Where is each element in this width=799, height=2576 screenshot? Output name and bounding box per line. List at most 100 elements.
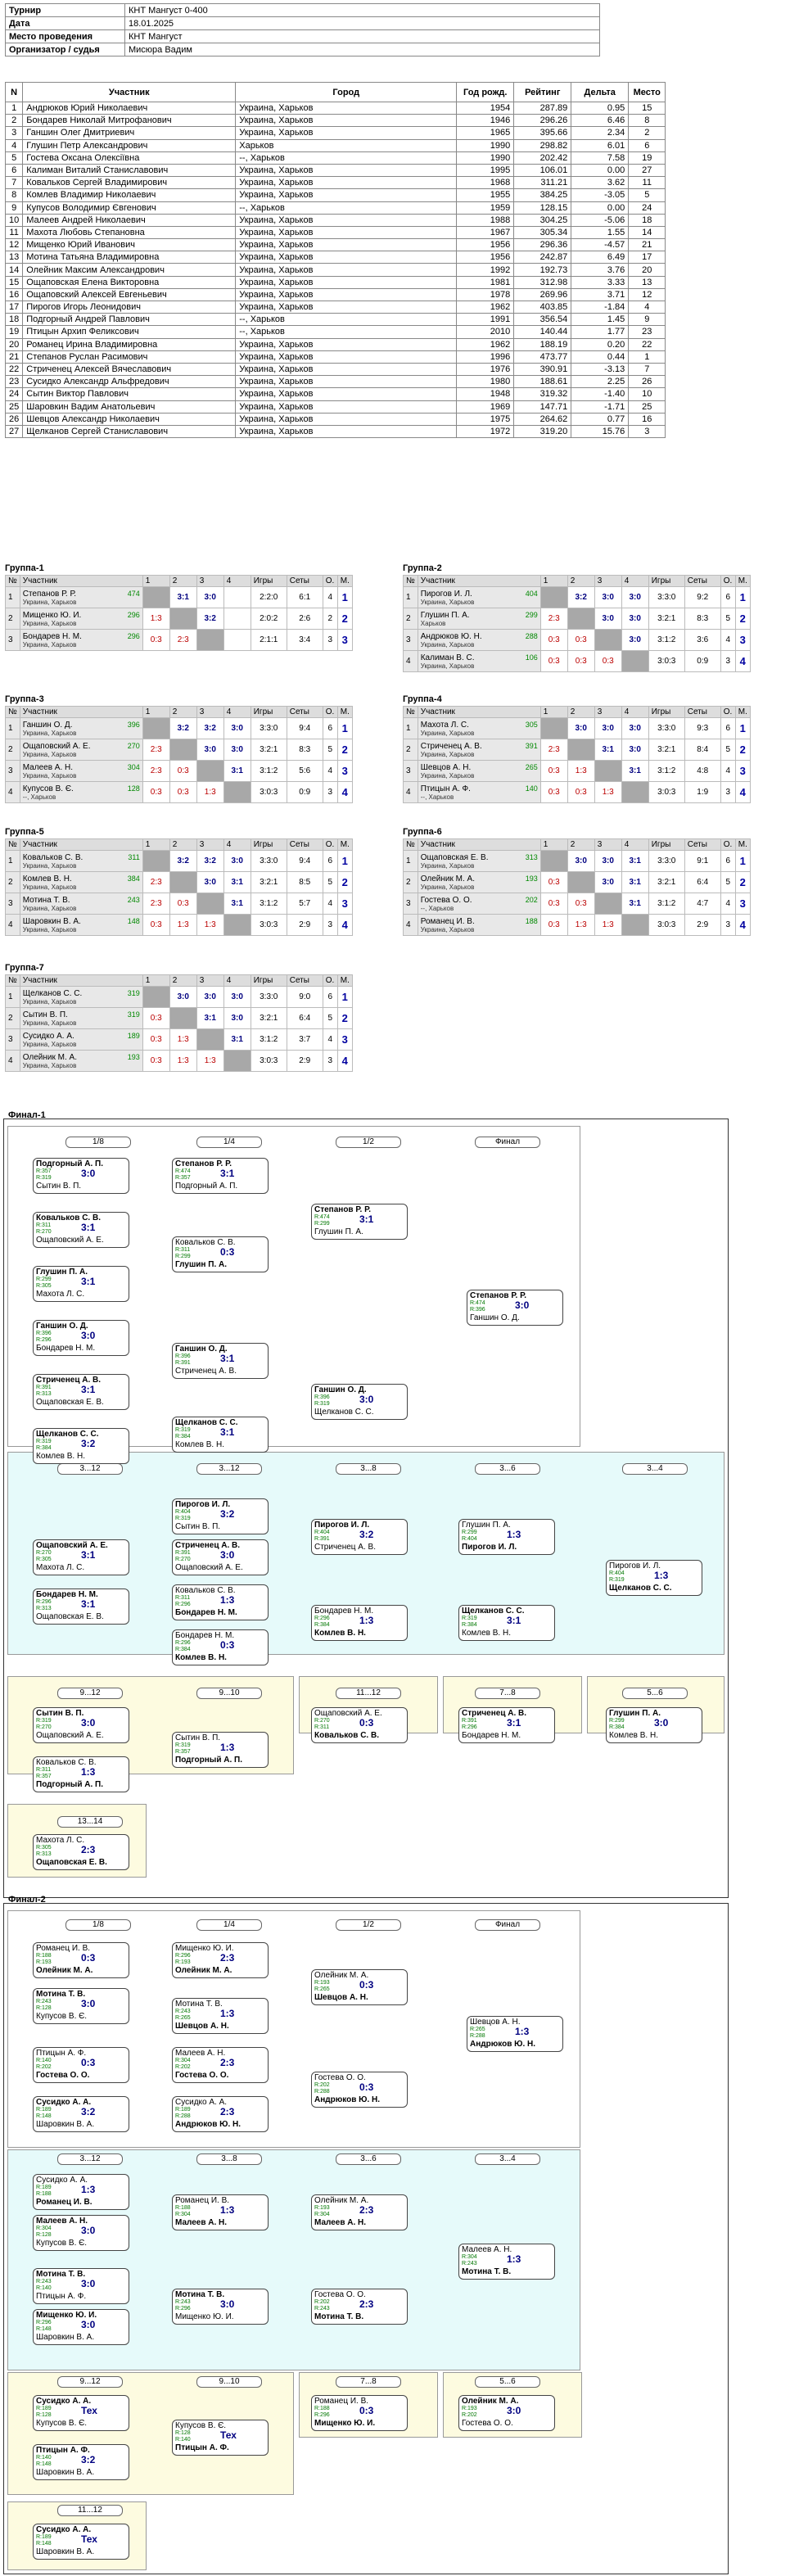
participant-cell: 192.73 — [513, 263, 572, 277]
group-header: 2 — [169, 706, 197, 718]
group-row: 3 Мотина Т. В. 243 Украина, Харьков 2:3 0:3 3:… — [5, 893, 353, 915]
group-score-cell — [142, 586, 170, 608]
group-sets: 9:3 — [684, 717, 721, 739]
group-score-cell: 3:1 — [223, 893, 251, 915]
player-city: --, Харьков — [22, 793, 56, 801]
match-player-2: Сытин В. П. — [36, 1182, 126, 1191]
group-header-row: № Участник 1 2 3 4 Игры Сеты О. М. — [403, 706, 751, 718]
group-player: Щелканов С. С. 319 Украина, Харьков — [19, 986, 143, 1008]
group-score-cell: 3:2 — [567, 586, 595, 608]
group-player: Комлев В. Н. 384 Украина, Харьков — [19, 871, 143, 893]
participant-cell: Малеев Андрей Николаевич — [22, 213, 237, 227]
participant-row: 22 Стриченец Алексей Вячеславович Украина,… — [4, 362, 666, 377]
match-player-2: Бондарев Н. М. — [462, 1731, 552, 1740]
round-label: 1/2 — [336, 1137, 401, 1148]
group-header: М. — [336, 575, 353, 587]
match-score: 3:0 — [629, 635, 641, 644]
participant-cell: Украина, Харьков — [235, 387, 458, 401]
participant-row: 26 Шевцов Александр Николаевич Украина, Ха… — [4, 412, 666, 426]
match-score: 0:3 — [575, 899, 587, 908]
participant-cell: 1.45 — [571, 313, 630, 327]
match-score: 2:3 — [150, 745, 162, 754]
group-score-cell: 0:3 — [169, 760, 197, 782]
match-player-2: Мищенко Ю. И. — [314, 2419, 404, 2428]
match-score: Тех — [220, 2429, 237, 2441]
match-score: 1:3 — [507, 2253, 521, 2265]
participant-cell: 1992 — [456, 263, 515, 277]
group-header: 1 — [539, 575, 568, 587]
match-score: 2:3 — [150, 766, 162, 775]
group-games: 3:1:2 — [648, 760, 685, 782]
group-games: 3:3:0 — [648, 586, 685, 608]
player-city: --, Харьков — [420, 793, 454, 801]
group-games: 3:3:0 — [648, 717, 685, 739]
match-score: 0:3 — [548, 635, 560, 644]
group-table: № Участник 1 2 3 4 Игры Сеты О. М. 1 Пирогов И. Л. 4… — [403, 575, 751, 672]
participant-row: 25 Шаровкин Вадим Анатольевич Украина, Хар… — [4, 400, 666, 414]
group-player: Стриченец А. В. 391 Украина, Харьков — [417, 739, 541, 761]
participant-cell: 298.82 — [513, 138, 572, 152]
match-score: 1:3 — [515, 2026, 530, 2037]
player-name: Шевцов А. Н. — [175, 2022, 229, 2031]
group-place: 3 — [734, 629, 751, 651]
match-score: 3:1 — [507, 1615, 521, 1626]
match-player-2: Мотина Т. В. — [462, 2267, 552, 2276]
match-box: Ганшин О. Д. R:396 R:296 Бондарев Н. М. 3:0 — [33, 1320, 129, 1356]
group-sets: 5:7 — [286, 893, 323, 915]
participant-cell: 0.00 — [571, 163, 630, 178]
participant-cell: Украина, Харьков — [235, 238, 458, 252]
group-player: Ганшин О. Д. 396 Украина, Харьков — [19, 717, 143, 739]
match-box: Щелканов С. С. R:319 R:384 Комлев В. Н. 3:2 — [33, 1428, 129, 1464]
group-row: 3 Гостева О. О. 202 --, Харьков 0:3 0:3 3:1 3:1… — [403, 893, 751, 915]
group-score-cell: 2:3 — [539, 739, 568, 761]
match-player-2: Птицын А. Ф. — [175, 2443, 265, 2452]
participant-cell: 0.77 — [571, 412, 630, 426]
group-header: О. — [720, 575, 736, 587]
match-box: Степанов Р. Р. R:474 R:396 Ганшин О. Д. 3:0 — [467, 1290, 563, 1326]
participant-row: 11 Махота Любовь Степановна Украина, Харьк… — [4, 225, 666, 240]
group-score-cell: 3:1 — [621, 893, 649, 915]
match-score: 0:3 — [548, 878, 560, 887]
match-box: Гостева О. О. R:202 R:243 Мотина Т. В. 2:3 — [311, 2289, 408, 2325]
player-name: Мотина Т. В. — [314, 2312, 364, 2321]
group-sets: 9:4 — [286, 850, 323, 872]
group-header: Участник — [19, 706, 143, 718]
group-score-cell: 3:0 — [621, 629, 649, 651]
participant-cell: 319.32 — [513, 387, 572, 401]
participant-cell: 13 — [4, 251, 24, 264]
match-score: 0:3 — [548, 899, 560, 908]
participant-row: 5 Гостева Оксана Олексіївна --, Харьков 199… — [4, 151, 666, 165]
group-player: Ощаповская Е. В. 313 Украина, Харьков — [417, 850, 541, 872]
group-header: 2 — [567, 838, 595, 851]
participant-cell: Ощаповская Елена Викторовна — [22, 275, 237, 289]
match-score: 1:3 — [220, 1594, 235, 1606]
player-name: Ощаповский А. Е. — [36, 1731, 104, 1740]
group-points: 6 — [322, 986, 338, 1008]
participant-cell: 21 — [4, 350, 24, 364]
group-score-cell: 3:0 — [567, 717, 595, 739]
participant-cell: 25 — [628, 400, 666, 414]
participant-cell: Шаровкин Вадим Анатольевич — [22, 400, 237, 414]
participant-cell: 23 — [4, 375, 24, 389]
match-box: Щелканов С. С. R:319 R:384 Комлев В. Н. 3:1 — [458, 1605, 555, 1641]
group-header: Сеты — [286, 706, 323, 718]
player-name: Птицын А. Ф. — [175, 2443, 229, 2452]
participant-cell: 10 — [4, 213, 24, 227]
player-name: Андрюков Ю. Н. — [420, 631, 482, 641]
participant-cell: Сытин Виктор Павлович — [22, 387, 237, 401]
participant-cell: 27 — [4, 424, 24, 439]
player-rating: 288 — [525, 631, 538, 640]
participant-cell: 4 — [4, 138, 24, 152]
round-label: 1/8 — [65, 1919, 131, 1931]
info-value: КНТ Мангуст 0-400 — [124, 3, 600, 17]
match-score: 1:3 — [177, 1056, 189, 1065]
match-player-2: Олейник М. А. — [175, 1966, 265, 1975]
player-name: Калиман В. С. — [420, 653, 475, 662]
participant-cell: 11 — [4, 225, 24, 240]
group-row: 1 Ощаповская Е. В. 313 Украина, Харьков 3:0 3… — [403, 850, 751, 872]
group-row-number: 1 — [5, 986, 20, 1008]
match-score: 1:3 — [81, 2184, 96, 2195]
group-score-cell: 0:3 — [142, 1007, 170, 1029]
round-label: 9...12 — [57, 2376, 123, 2388]
player-name: Подгорный А. П. — [36, 1780, 104, 1789]
